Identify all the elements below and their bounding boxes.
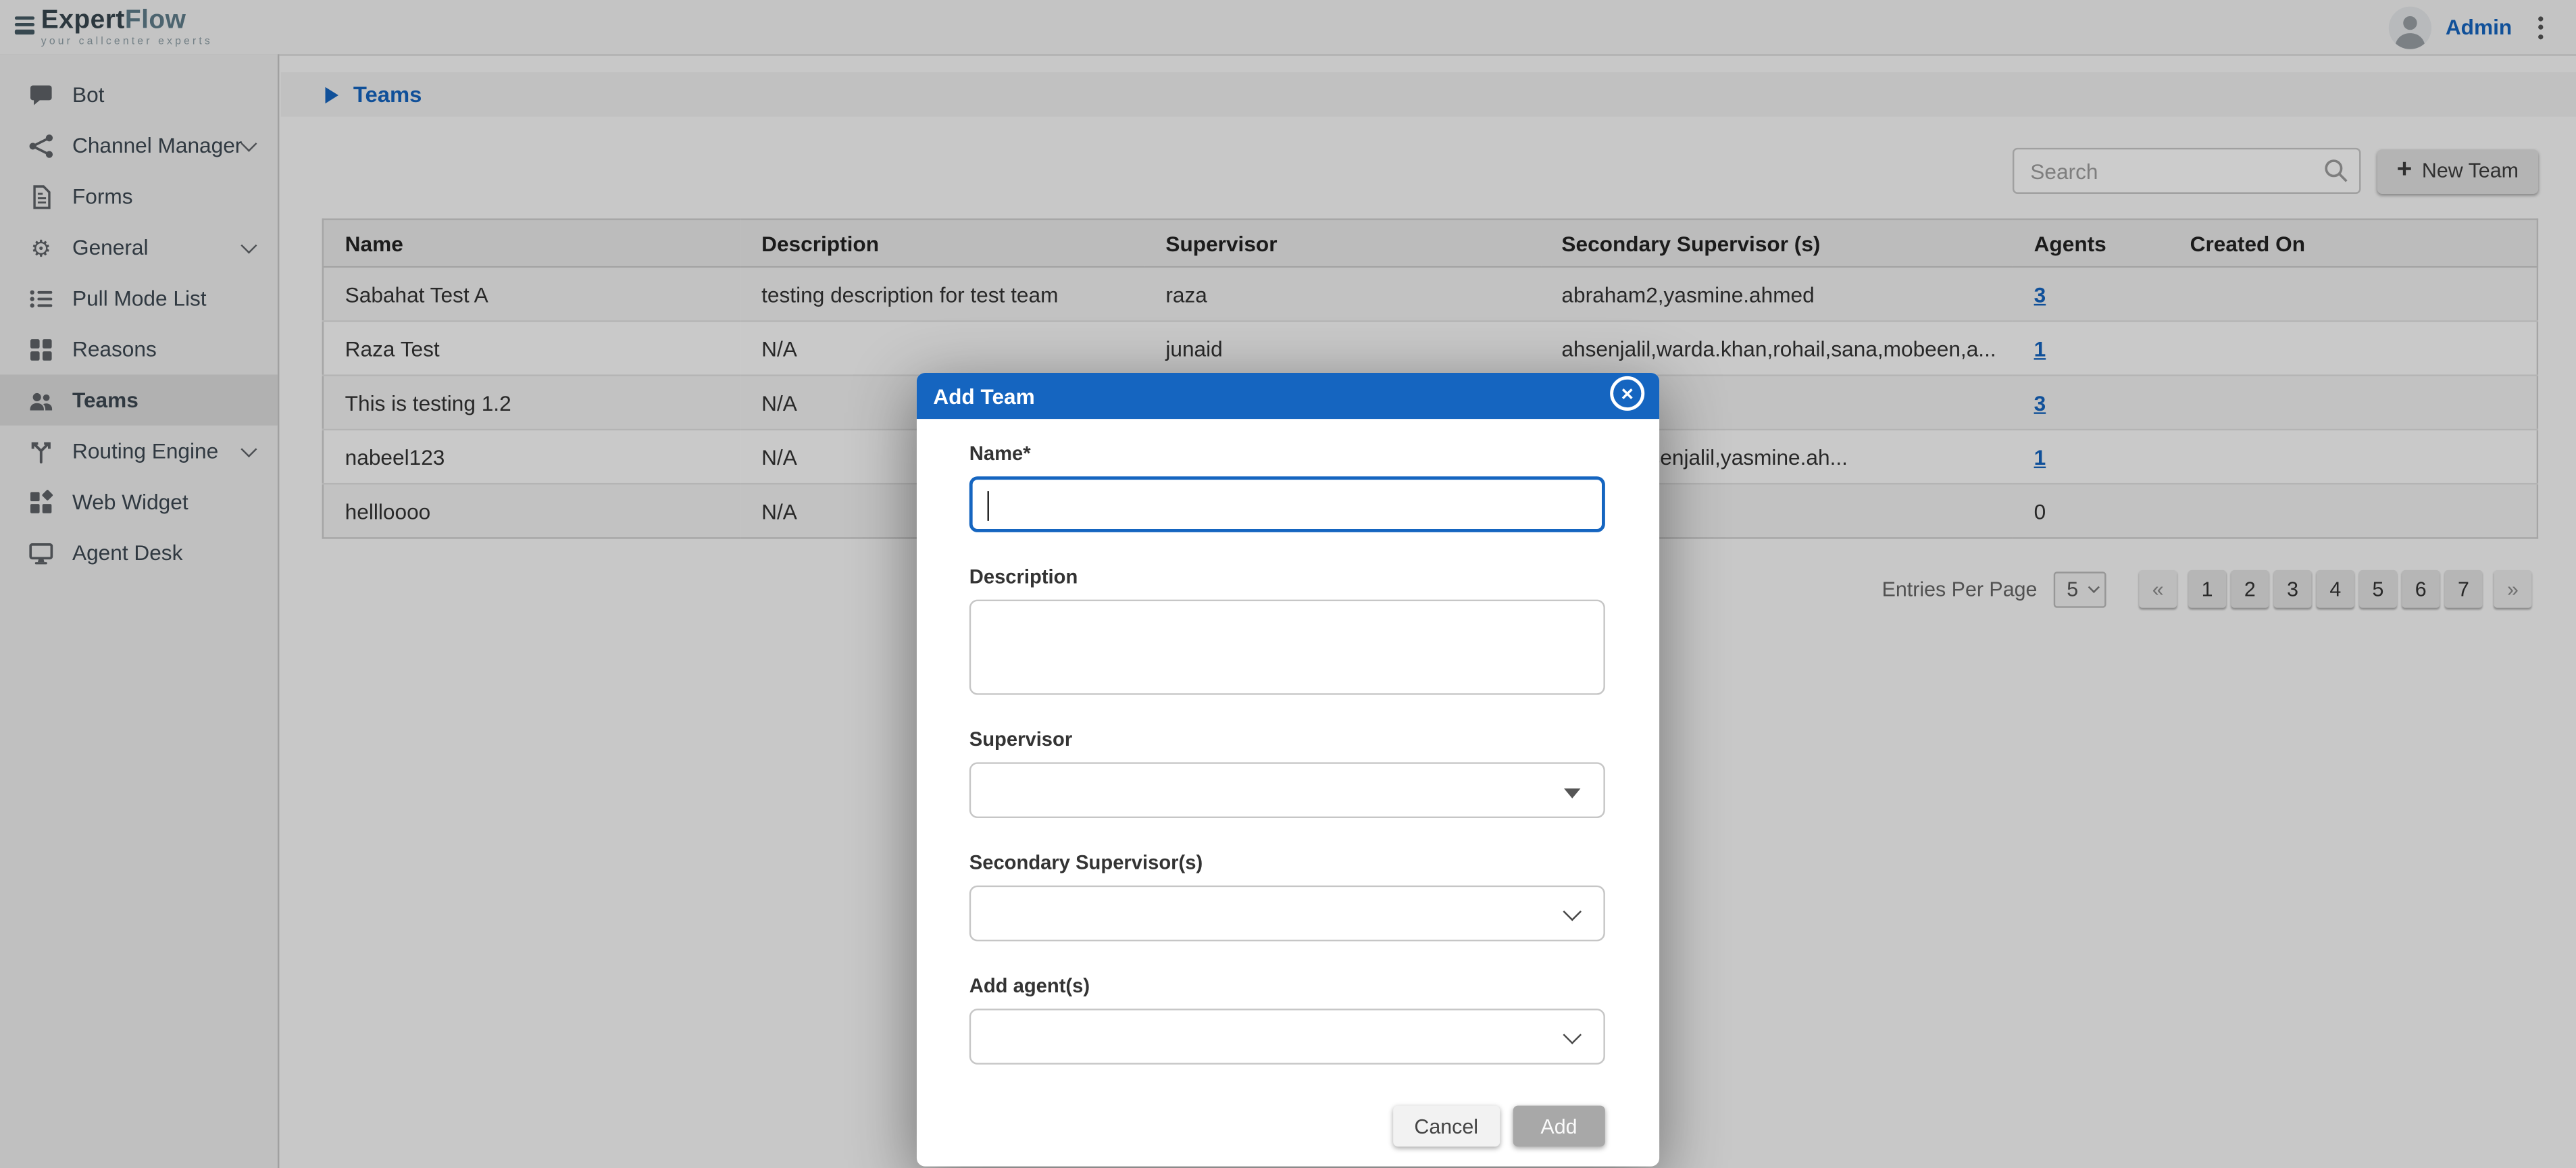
secondary-supervisor-select[interactable] <box>969 886 1605 942</box>
team-name-input[interactable] <box>969 476 1605 532</box>
chevron-down-icon <box>1563 903 1582 921</box>
modal-title: Add Team <box>933 384 1035 408</box>
supervisor-field-group: Supervisor <box>969 728 1605 818</box>
cancel-button[interactable]: Cancel <box>1393 1106 1500 1147</box>
add-agents-label: Add agent(s) <box>969 974 1605 997</box>
add-button[interactable]: Add <box>1513 1106 1605 1147</box>
modal-body: Name* Description Supervisor <box>917 419 1659 1065</box>
supervisor-label: Supervisor <box>969 728 1605 751</box>
description-textarea[interactable] <box>969 600 1605 695</box>
modal-footer: Cancel Add <box>917 1065 1659 1167</box>
dropdown-arrow-icon <box>1564 788 1580 798</box>
add-agents-select[interactable] <box>969 1009 1605 1065</box>
name-field-group: Name* <box>969 442 1605 532</box>
description-field-group: Description <box>969 565 1605 695</box>
secondary-supervisor-field-group: Secondary Supervisor(s) <box>969 851 1605 942</box>
secondary-supervisor-label: Secondary Supervisor(s) <box>969 851 1605 874</box>
close-icon[interactable]: × <box>1610 376 1644 411</box>
supervisor-select[interactable] <box>969 762 1605 818</box>
modal-header: Add Team × <box>917 373 1659 419</box>
description-label: Description <box>969 565 1605 588</box>
add-agents-field-group: Add agent(s) <box>969 974 1605 1065</box>
app-root: ExpertFlow your callcenter experts Admin… <box>0 0 2576 1168</box>
text-caret <box>988 491 990 521</box>
name-label: Name* <box>969 442 1605 465</box>
chevron-down-icon <box>1563 1025 1582 1044</box>
add-team-modal: Add Team × Name* Description Supervisor <box>917 373 1659 1167</box>
